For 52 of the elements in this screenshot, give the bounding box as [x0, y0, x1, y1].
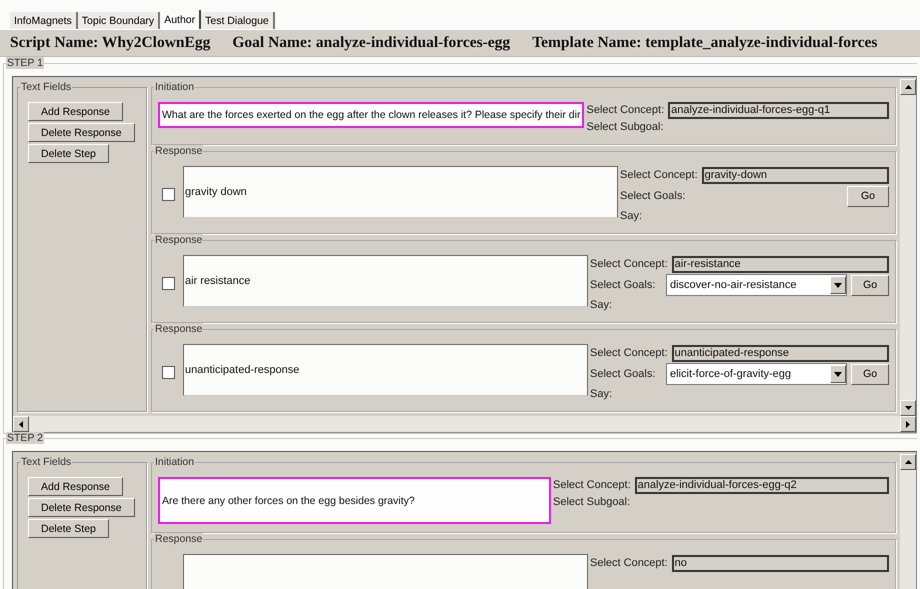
field-label: Select Subgoal:: [553, 495, 632, 510]
panel-title: Response: [154, 234, 204, 246]
concept-field[interactable]: analyze-individual-forces-egg-q2: [634, 477, 889, 494]
concept-field[interactable]: unanticipated-response: [672, 344, 889, 362]
panel-title: Initiation: [154, 81, 196, 93]
header-text: Template Name: template_analyze-individual-forces: [532, 34, 878, 52]
tab[interactable]: Topic Boundary: [78, 12, 160, 29]
action-button[interactable]: Delete Step: [28, 519, 109, 538]
action-button[interactable]: Delete Step: [28, 144, 109, 163]
field-label: Select Concept:: [590, 346, 668, 360]
panel-title: Initiation: [154, 456, 196, 468]
response-field[interactable]: air resistance: [183, 255, 588, 307]
step-title: STEP 1: [6, 57, 44, 69]
question-field[interactable]: What are the forces exerted on the egg after the clown releases it? Please specify their dir: [158, 102, 584, 128]
action-button[interactable]: Delete Response: [28, 123, 135, 142]
go-button[interactable]: Go: [851, 364, 889, 384]
field-label: Say:: [590, 298, 614, 313]
go-button[interactable]: Go: [847, 186, 889, 206]
panel-title: Response: [154, 145, 204, 157]
field-label: Select Subgoal:: [586, 120, 665, 135]
field-label: Select Concept:: [620, 168, 698, 182]
header-text: Goal Name: analyze-individual-forces-egg: [232, 34, 510, 52]
field-label: Say:: [620, 209, 644, 224]
field-label: Select Goals:: [620, 188, 686, 204]
concept-field[interactable]: no: [672, 554, 889, 572]
go-button[interactable]: Go: [851, 274, 889, 296]
field-label: Select Concept:: [586, 103, 664, 118]
action-button[interactable]: Add Response: [28, 477, 123, 496]
field-label: Select Concept:: [590, 256, 668, 272]
field-label: Select Goals:: [590, 278, 656, 292]
action-button[interactable]: Add Response: [28, 102, 123, 121]
goals-dropdown[interactable]: elicit-force-of-gravity-egg: [666, 363, 848, 385]
tab[interactable]: InfoMagnets: [10, 12, 78, 29]
field-label: Select Goals:: [590, 366, 656, 382]
tab[interactable]: Test Dialogue: [201, 12, 275, 29]
field-label: Say:: [590, 387, 614, 402]
panel-title: Text Fields: [20, 81, 72, 93]
concept-field[interactable]: gravity-down: [702, 166, 889, 184]
action-button[interactable]: Delete Response: [28, 498, 135, 517]
question-field[interactable]: Are there any other forces on the egg besides gravity?: [158, 477, 551, 524]
panel-title: Text Fields: [20, 456, 72, 468]
field-label: Select Concept:: [590, 556, 668, 570]
panel-title: Response: [154, 323, 204, 335]
concept-field[interactable]: analyze-individual-forces-egg-q1: [668, 102, 889, 119]
concept-field[interactable]: air-resistance: [672, 256, 889, 272]
field-label: Select Concept:: [553, 478, 631, 493]
step-title: STEP 2: [6, 432, 44, 444]
header-text: Script Name: Why2ClownEgg: [10, 34, 210, 52]
response-field[interactable]: unanticipated-response: [183, 344, 588, 396]
response-field[interactable]: gravity down: [183, 166, 618, 218]
panel-title: Response: [154, 533, 204, 545]
goals-dropdown[interactable]: discover-no-air-resistance: [666, 274, 848, 296]
